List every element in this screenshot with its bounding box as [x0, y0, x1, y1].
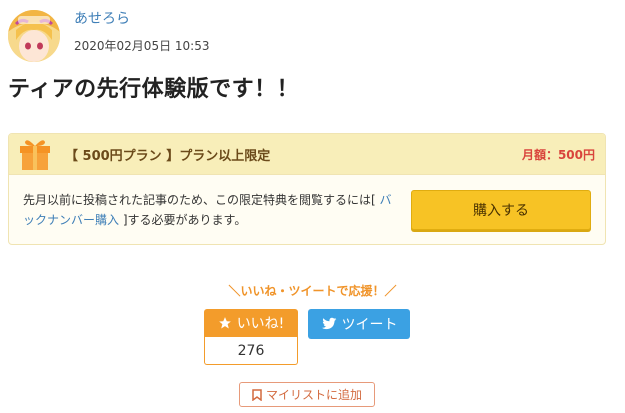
- tweet-label: ツイート: [341, 317, 398, 333]
- like-count: 276: [204, 337, 298, 365]
- plan-description-text: 先月以前に投稿された記事のため、この限定特典を閲覧するには[: [23, 193, 380, 207]
- avatar[interactable]: [8, 10, 60, 62]
- author-meta: あせろら 2020年02月05日 10:53: [74, 11, 210, 54]
- plan-name: 【 500円プラン 】プラン以上限定: [65, 148, 271, 164]
- plan-box: 【 500円プラン 】プラン以上限定 月額：500円 先月以前に投稿された記事の…: [8, 133, 606, 245]
- add-to-mylist-button[interactable]: マイリストに追加: [239, 382, 375, 407]
- bookmark-icon: [252, 388, 262, 401]
- post-date: 2020年02月05日 10:53: [74, 39, 210, 53]
- author-block: あせろら 2020年02月05日 10:53: [8, 8, 209, 64]
- plan-description: 先月以前に投稿された記事のため、この限定特典を閲覧するには[ バックナンバー購入…: [23, 190, 403, 230]
- plan-body: 先月以前に投稿された記事のため、この限定特典を閲覧するには[ バックナンバー購入…: [9, 175, 605, 244]
- star-icon: [218, 317, 231, 329]
- plan-header: 【 500円プラン 】プラン以上限定 月額：500円: [9, 134, 605, 175]
- twitter-bird-icon: [321, 317, 336, 330]
- mylist-label: マイリストに追加: [265, 388, 362, 402]
- buy-button[interactable]: 購入する: [411, 190, 591, 230]
- gift-icon: [19, 137, 51, 171]
- tweet-button[interactable]: ツイート: [308, 309, 410, 339]
- plan-price: 月額：500円: [521, 147, 595, 162]
- like-box: いいね! 276: [204, 309, 298, 365]
- post-title: ティアの先行体験版です！！: [8, 77, 300, 102]
- plan-description-text-end: ]する必要があります。: [119, 213, 247, 227]
- like-button[interactable]: いいね!: [204, 309, 298, 337]
- like-label: いいね!: [236, 316, 285, 332]
- author-name[interactable]: あせろら: [74, 10, 209, 28]
- support-text: ＼いいね・ツイートで応援！／: [228, 284, 397, 298]
